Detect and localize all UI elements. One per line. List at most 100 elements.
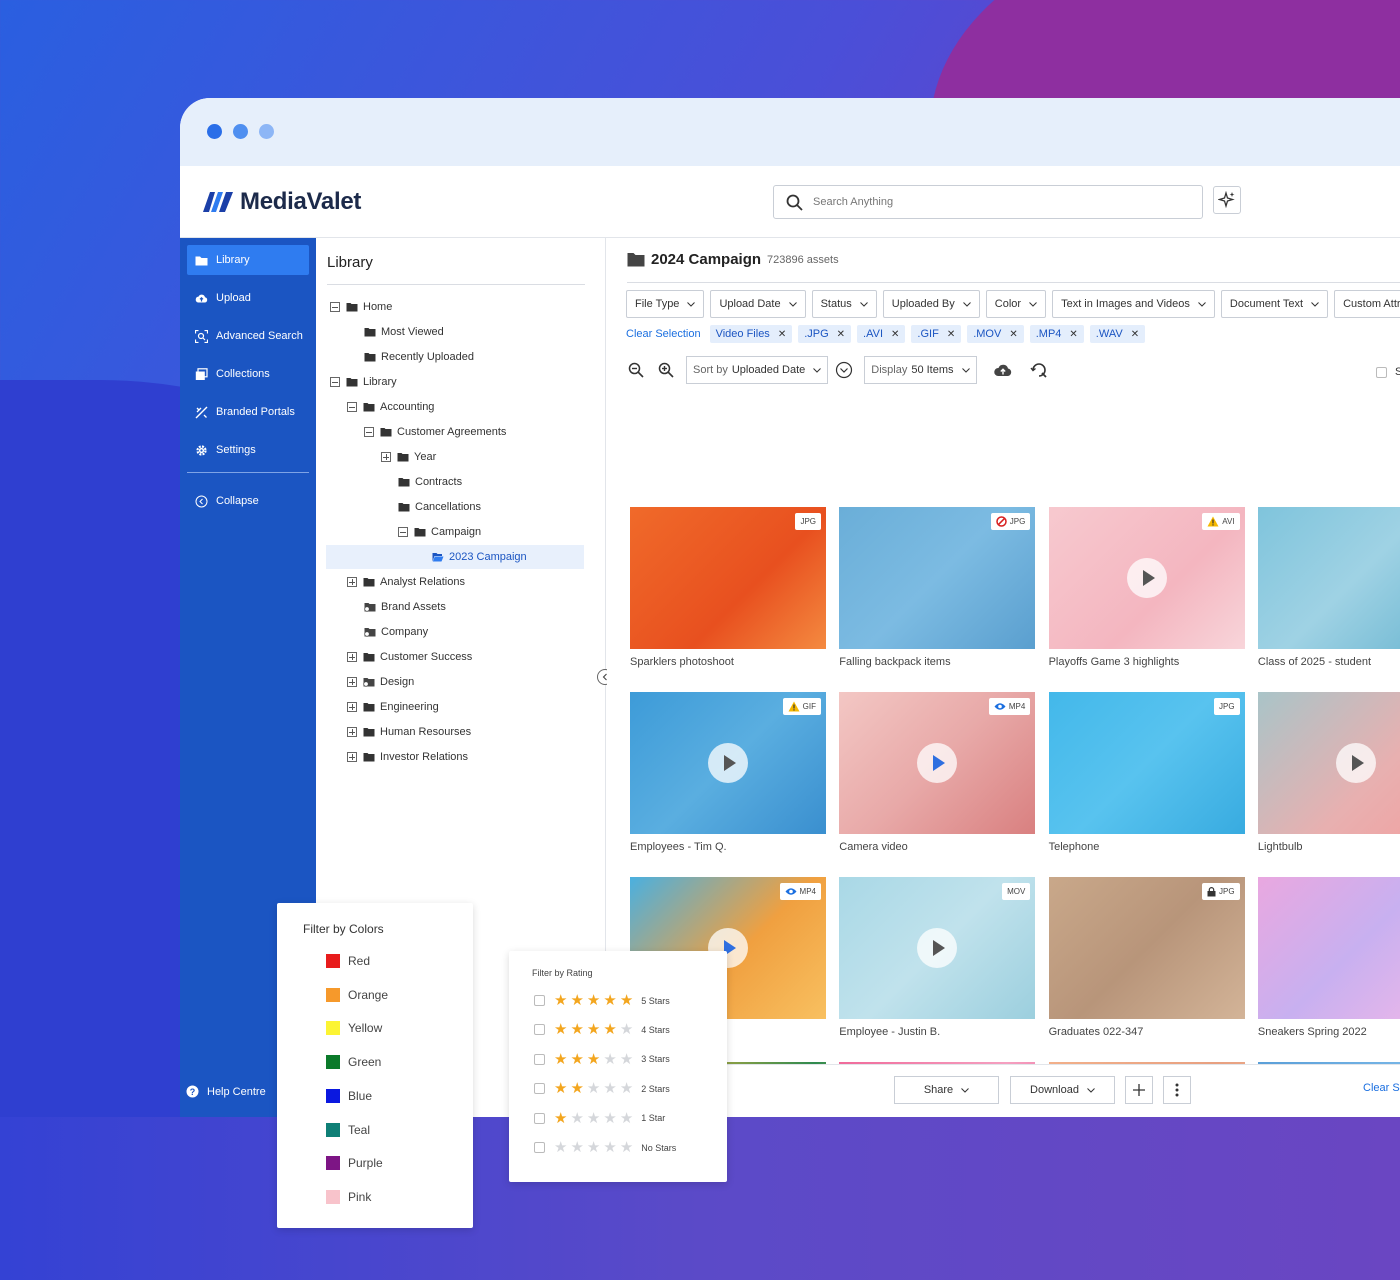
expand-icon[interactable]	[347, 752, 357, 762]
share-button[interactable]: Share	[894, 1076, 999, 1104]
remove-chip-icon[interactable]: ✕	[1131, 329, 1139, 340]
asset-card[interactable]: JPG Falling backpack items	[839, 507, 1036, 668]
help-centre-link[interactable]: ? Help Centre	[186, 1085, 266, 1098]
rating-checkbox[interactable]	[534, 1024, 545, 1036]
tree-node[interactable]: Recently Uploaded	[364, 345, 474, 369]
rating-checkbox[interactable]	[534, 995, 545, 1006]
filter-dropdown[interactable]: Upload Date	[710, 290, 806, 318]
sidebar-item-branded-portals[interactable]: Branded Portals	[187, 397, 309, 427]
tree-node[interactable]: Design	[347, 670, 414, 694]
rating-option[interactable]: ★ ★ ★ ★ ★ 2 Stars	[534, 1081, 670, 1096]
tree-node[interactable]: 2023 Campaign	[326, 545, 584, 569]
expand-icon[interactable]	[381, 452, 391, 462]
tree-node[interactable]: Brand Assets	[364, 595, 446, 619]
sidebar-item-settings[interactable]: Settings	[187, 435, 309, 465]
color-option[interactable]: Pink	[326, 1189, 371, 1204]
filter-dropdown[interactable]: Text in Images and Videos	[1052, 290, 1215, 318]
select-all-checkbox[interactable]	[1376, 366, 1387, 378]
rating-option[interactable]: ★ ★ ★ ★ ★ 4 Stars	[534, 1022, 670, 1037]
expand-icon[interactable]	[347, 577, 357, 587]
display-dropdown[interactable]: Display 50 Items	[864, 356, 977, 384]
asset-card[interactable]: Class of 2025 - student	[1257, 507, 1400, 668]
color-option[interactable]: Yellow	[326, 1021, 382, 1036]
ai-search-button[interactable]	[1213, 186, 1241, 214]
color-option[interactable]: Purple	[326, 1156, 383, 1171]
filter-dropdown[interactable]: Document Text	[1220, 290, 1329, 318]
asset-card[interactable]: MOV Employee - Justin B.	[839, 877, 1036, 1038]
remove-chip-icon[interactable]: ✕	[778, 329, 786, 340]
tree-node[interactable]: Investor Relations	[347, 745, 468, 769]
collapse-icon[interactable]	[364, 427, 374, 437]
asset-thumbnail[interactable]: GIF	[630, 692, 826, 834]
asset-thumbnail[interactable]: MOV	[839, 877, 1036, 1019]
tree-node[interactable]: Year	[381, 445, 436, 469]
asset-card[interactable]: Sneakers Spring 2022	[1257, 877, 1400, 1038]
expand-icon[interactable]	[347, 652, 357, 662]
asset-card[interactable]: MP4 Camera video	[839, 692, 1036, 853]
tree-node[interactable]: Most Viewed	[364, 320, 444, 344]
play-icon[interactable]	[917, 928, 958, 968]
tree-node[interactable]: Campaign	[398, 520, 481, 544]
color-option[interactable]: Orange	[326, 987, 388, 1002]
remove-chip-icon[interactable]: ✕	[891, 329, 899, 340]
filter-dropdown[interactable]: Custom Attr	[1334, 290, 1400, 318]
rating-option[interactable]: ★ ★ ★ ★ ★ No Stars	[534, 1140, 676, 1155]
window-minimize-dot[interactable]	[233, 124, 248, 139]
filter-dropdown[interactable]: Status	[811, 290, 877, 318]
collapse-icon[interactable]	[347, 402, 357, 412]
collapse-icon[interactable]	[330, 377, 340, 387]
expand-icon[interactable]	[347, 727, 357, 737]
sort-dropdown[interactable]: Sort by Uploaded Date	[686, 356, 829, 384]
download-button[interactable]: Download	[1010, 1076, 1115, 1104]
tree-node[interactable]: Library	[330, 370, 397, 394]
color-option[interactable]: Green	[326, 1055, 381, 1070]
brand-logo[interactable]: MediaValet	[202, 188, 361, 216]
color-option[interactable]: Teal	[326, 1122, 370, 1137]
asset-card[interactable]: Lightbulb	[1257, 692, 1400, 853]
zoom-in-button[interactable]	[656, 360, 676, 380]
sidebar-item-upload[interactable]: Upload	[187, 283, 309, 313]
play-icon[interactable]	[1335, 743, 1376, 783]
asset-thumbnail[interactable]: MP4	[839, 692, 1036, 834]
rating-checkbox[interactable]	[534, 1053, 545, 1065]
sort-direction-button[interactable]	[834, 360, 854, 380]
asset-card[interactable]: JPG Graduates 022-347	[1048, 877, 1245, 1038]
window-maximize-dot[interactable]	[259, 124, 274, 139]
tree-node[interactable]: Analyst Relations	[347, 570, 465, 594]
collapse-icon[interactable]	[398, 527, 408, 537]
asset-thumbnail[interactable]	[1257, 507, 1400, 649]
tree-node[interactable]: Home	[330, 295, 392, 319]
filter-dropdown[interactable]: Color	[985, 290, 1047, 318]
select-all[interactable]: S	[1376, 366, 1400, 378]
remove-chip-icon[interactable]: ✕	[947, 329, 955, 340]
window-close-dot[interactable]	[207, 124, 222, 139]
collapse-icon[interactable]	[330, 302, 340, 312]
play-icon[interactable]	[1126, 558, 1167, 598]
play-icon[interactable]	[708, 743, 748, 783]
asset-thumbnail[interactable]	[1257, 877, 1400, 1019]
more-options-button[interactable]	[1163, 1076, 1191, 1104]
tree-node[interactable]: Accounting	[347, 395, 434, 419]
rating-checkbox[interactable]	[534, 1142, 545, 1153]
asset-thumbnail[interactable]	[1257, 692, 1400, 834]
clear-selection-action[interactable]: Clear S	[1363, 1082, 1400, 1094]
rating-option[interactable]: ★ ★ ★ ★ ★ 1 Star	[534, 1111, 665, 1126]
asset-card[interactable]: AVI Playoffs Game 3 highlights	[1048, 507, 1245, 668]
remove-chip-icon[interactable]: ✕	[1069, 329, 1077, 340]
rating-checkbox[interactable]	[534, 1083, 545, 1095]
asset-thumbnail[interactable]: JPG	[839, 507, 1036, 649]
asset-thumbnail[interactable]: JPG	[1048, 877, 1245, 1019]
sidebar-collapse-button[interactable]: Collapse	[187, 486, 309, 516]
zoom-out-button[interactable]	[626, 360, 646, 380]
upload-button[interactable]	[993, 360, 1013, 380]
tree-node[interactable]: Engineering	[347, 695, 439, 719]
filter-dropdown[interactable]: File Type	[626, 290, 705, 318]
remove-chip-icon[interactable]: ✕	[837, 329, 845, 340]
filter-dropdown[interactable]: Uploaded By	[882, 290, 980, 318]
asset-card[interactable]: JPG Telephone	[1048, 692, 1245, 853]
add-button[interactable]	[1125, 1076, 1153, 1104]
rating-checkbox[interactable]	[534, 1112, 545, 1124]
tree-node[interactable]: Customer Success	[347, 645, 472, 669]
tree-node[interactable]: Company	[364, 620, 428, 644]
expand-icon[interactable]	[347, 702, 357, 712]
